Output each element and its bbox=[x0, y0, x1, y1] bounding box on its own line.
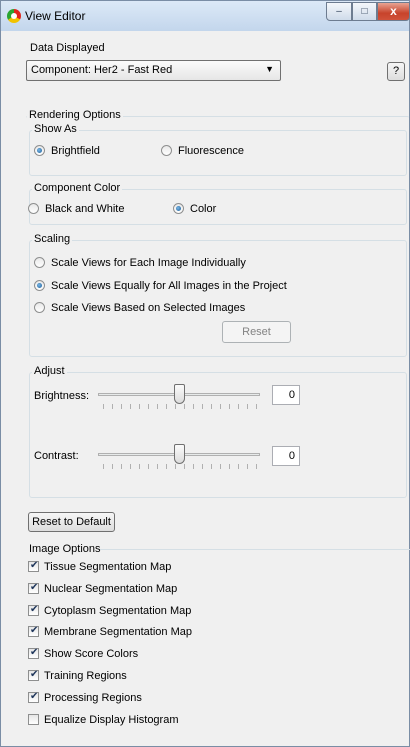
brightfield-label[interactable]: Brightfield bbox=[51, 145, 100, 157]
data-displayed-select[interactable]: Component: Her2 - Fast Red ▼ bbox=[26, 60, 281, 81]
scale-equally-label[interactable]: Scale Views Equally for All Images in th… bbox=[51, 280, 287, 292]
cytoplasm-segmentation-label[interactable]: Cytoplasm Segmentation Map bbox=[44, 605, 191, 617]
show-score-colors-checkbox[interactable] bbox=[28, 647, 39, 660]
component-color-label: Component Color bbox=[32, 182, 123, 194]
chevron-down-icon: ▼ bbox=[265, 64, 274, 74]
contrast-slider-ticks bbox=[103, 464, 257, 469]
brightness-slider-thumb[interactable] bbox=[173, 384, 185, 404]
maximize-button[interactable]: □ bbox=[352, 2, 377, 21]
nuclear-segmentation-label[interactable]: Nuclear Segmentation Map bbox=[44, 583, 177, 595]
color-radio[interactable] bbox=[173, 203, 184, 214]
nuclear-segmentation-checkbox[interactable] bbox=[28, 582, 39, 594]
scaling-label: Scaling bbox=[32, 233, 73, 245]
equalize-display-histogram-label[interactable]: Equalize Display Histogram bbox=[44, 714, 179, 726]
brightness-value-field[interactable]: 0 bbox=[272, 385, 300, 405]
membrane-segmentation-checkbox[interactable] bbox=[28, 625, 39, 638]
help-button[interactable]: ? bbox=[387, 62, 405, 81]
minimize-button[interactable]: – bbox=[326, 2, 352, 21]
training-regions-checkbox[interactable] bbox=[28, 669, 39, 681]
tissue-segmentation-label[interactable]: Tissue Segmentation Map bbox=[44, 561, 171, 573]
training-regions-label[interactable]: Training Regions bbox=[44, 670, 127, 682]
processing-regions-label[interactable]: Processing Regions bbox=[44, 692, 142, 704]
scale-equally-radio[interactable] bbox=[34, 280, 45, 291]
view-editor-window: View Editor – □ x Data Displayed Compone… bbox=[0, 0, 410, 747]
scale-selected-label[interactable]: Scale Views Based on Selected Images bbox=[51, 302, 245, 314]
fluorescence-radio[interactable] bbox=[161, 145, 172, 156]
cytoplasm-segmentation-checkbox[interactable] bbox=[28, 604, 39, 616]
show-score-colors-label[interactable]: Show Score Colors bbox=[44, 648, 138, 660]
close-button[interactable]: x bbox=[377, 2, 410, 21]
tissue-segmentation-checkbox[interactable] bbox=[28, 560, 39, 572]
rendering-options-label: Rendering Options bbox=[27, 109, 123, 121]
app-logo-icon bbox=[7, 9, 21, 23]
contrast-slider-thumb[interactable] bbox=[173, 444, 185, 464]
scale-individually-radio[interactable] bbox=[34, 257, 45, 268]
image-options-label: Image Options bbox=[29, 543, 101, 555]
contrast-value-field[interactable]: 0 bbox=[272, 446, 300, 466]
fluorescence-label[interactable]: Fluorescence bbox=[178, 145, 244, 157]
black-and-white-label[interactable]: Black and White bbox=[45, 203, 124, 215]
show-as-label: Show As bbox=[32, 123, 79, 135]
reset-to-default-button[interactable]: Reset to Default bbox=[28, 512, 115, 532]
scaling-reset-button[interactable]: Reset bbox=[222, 321, 291, 343]
contrast-label: Contrast: bbox=[34, 450, 79, 462]
window-title: View Editor bbox=[25, 9, 86, 23]
scale-selected-radio[interactable] bbox=[34, 302, 45, 313]
equalize-display-histogram-checkbox[interactable] bbox=[28, 713, 39, 725]
brightness-slider-ticks bbox=[103, 404, 257, 409]
scale-individually-label[interactable]: Scale Views for Each Image Individually bbox=[51, 257, 246, 269]
title-bar[interactable]: View Editor – □ x bbox=[1, 1, 410, 31]
data-displayed-value: Component: Her2 - Fast Red bbox=[31, 64, 173, 76]
image-options-divider bbox=[98, 549, 410, 550]
processing-regions-checkbox[interactable] bbox=[28, 691, 39, 703]
membrane-segmentation-label[interactable]: Membrane Segmentation Map bbox=[44, 626, 192, 638]
color-label[interactable]: Color bbox=[190, 203, 216, 215]
adjust-label: Adjust bbox=[32, 365, 67, 377]
data-displayed-label: Data Displayed bbox=[30, 42, 105, 54]
black-and-white-radio[interactable] bbox=[28, 203, 39, 214]
brightness-label: Brightness: bbox=[34, 390, 90, 402]
brightfield-radio[interactable] bbox=[34, 145, 45, 156]
